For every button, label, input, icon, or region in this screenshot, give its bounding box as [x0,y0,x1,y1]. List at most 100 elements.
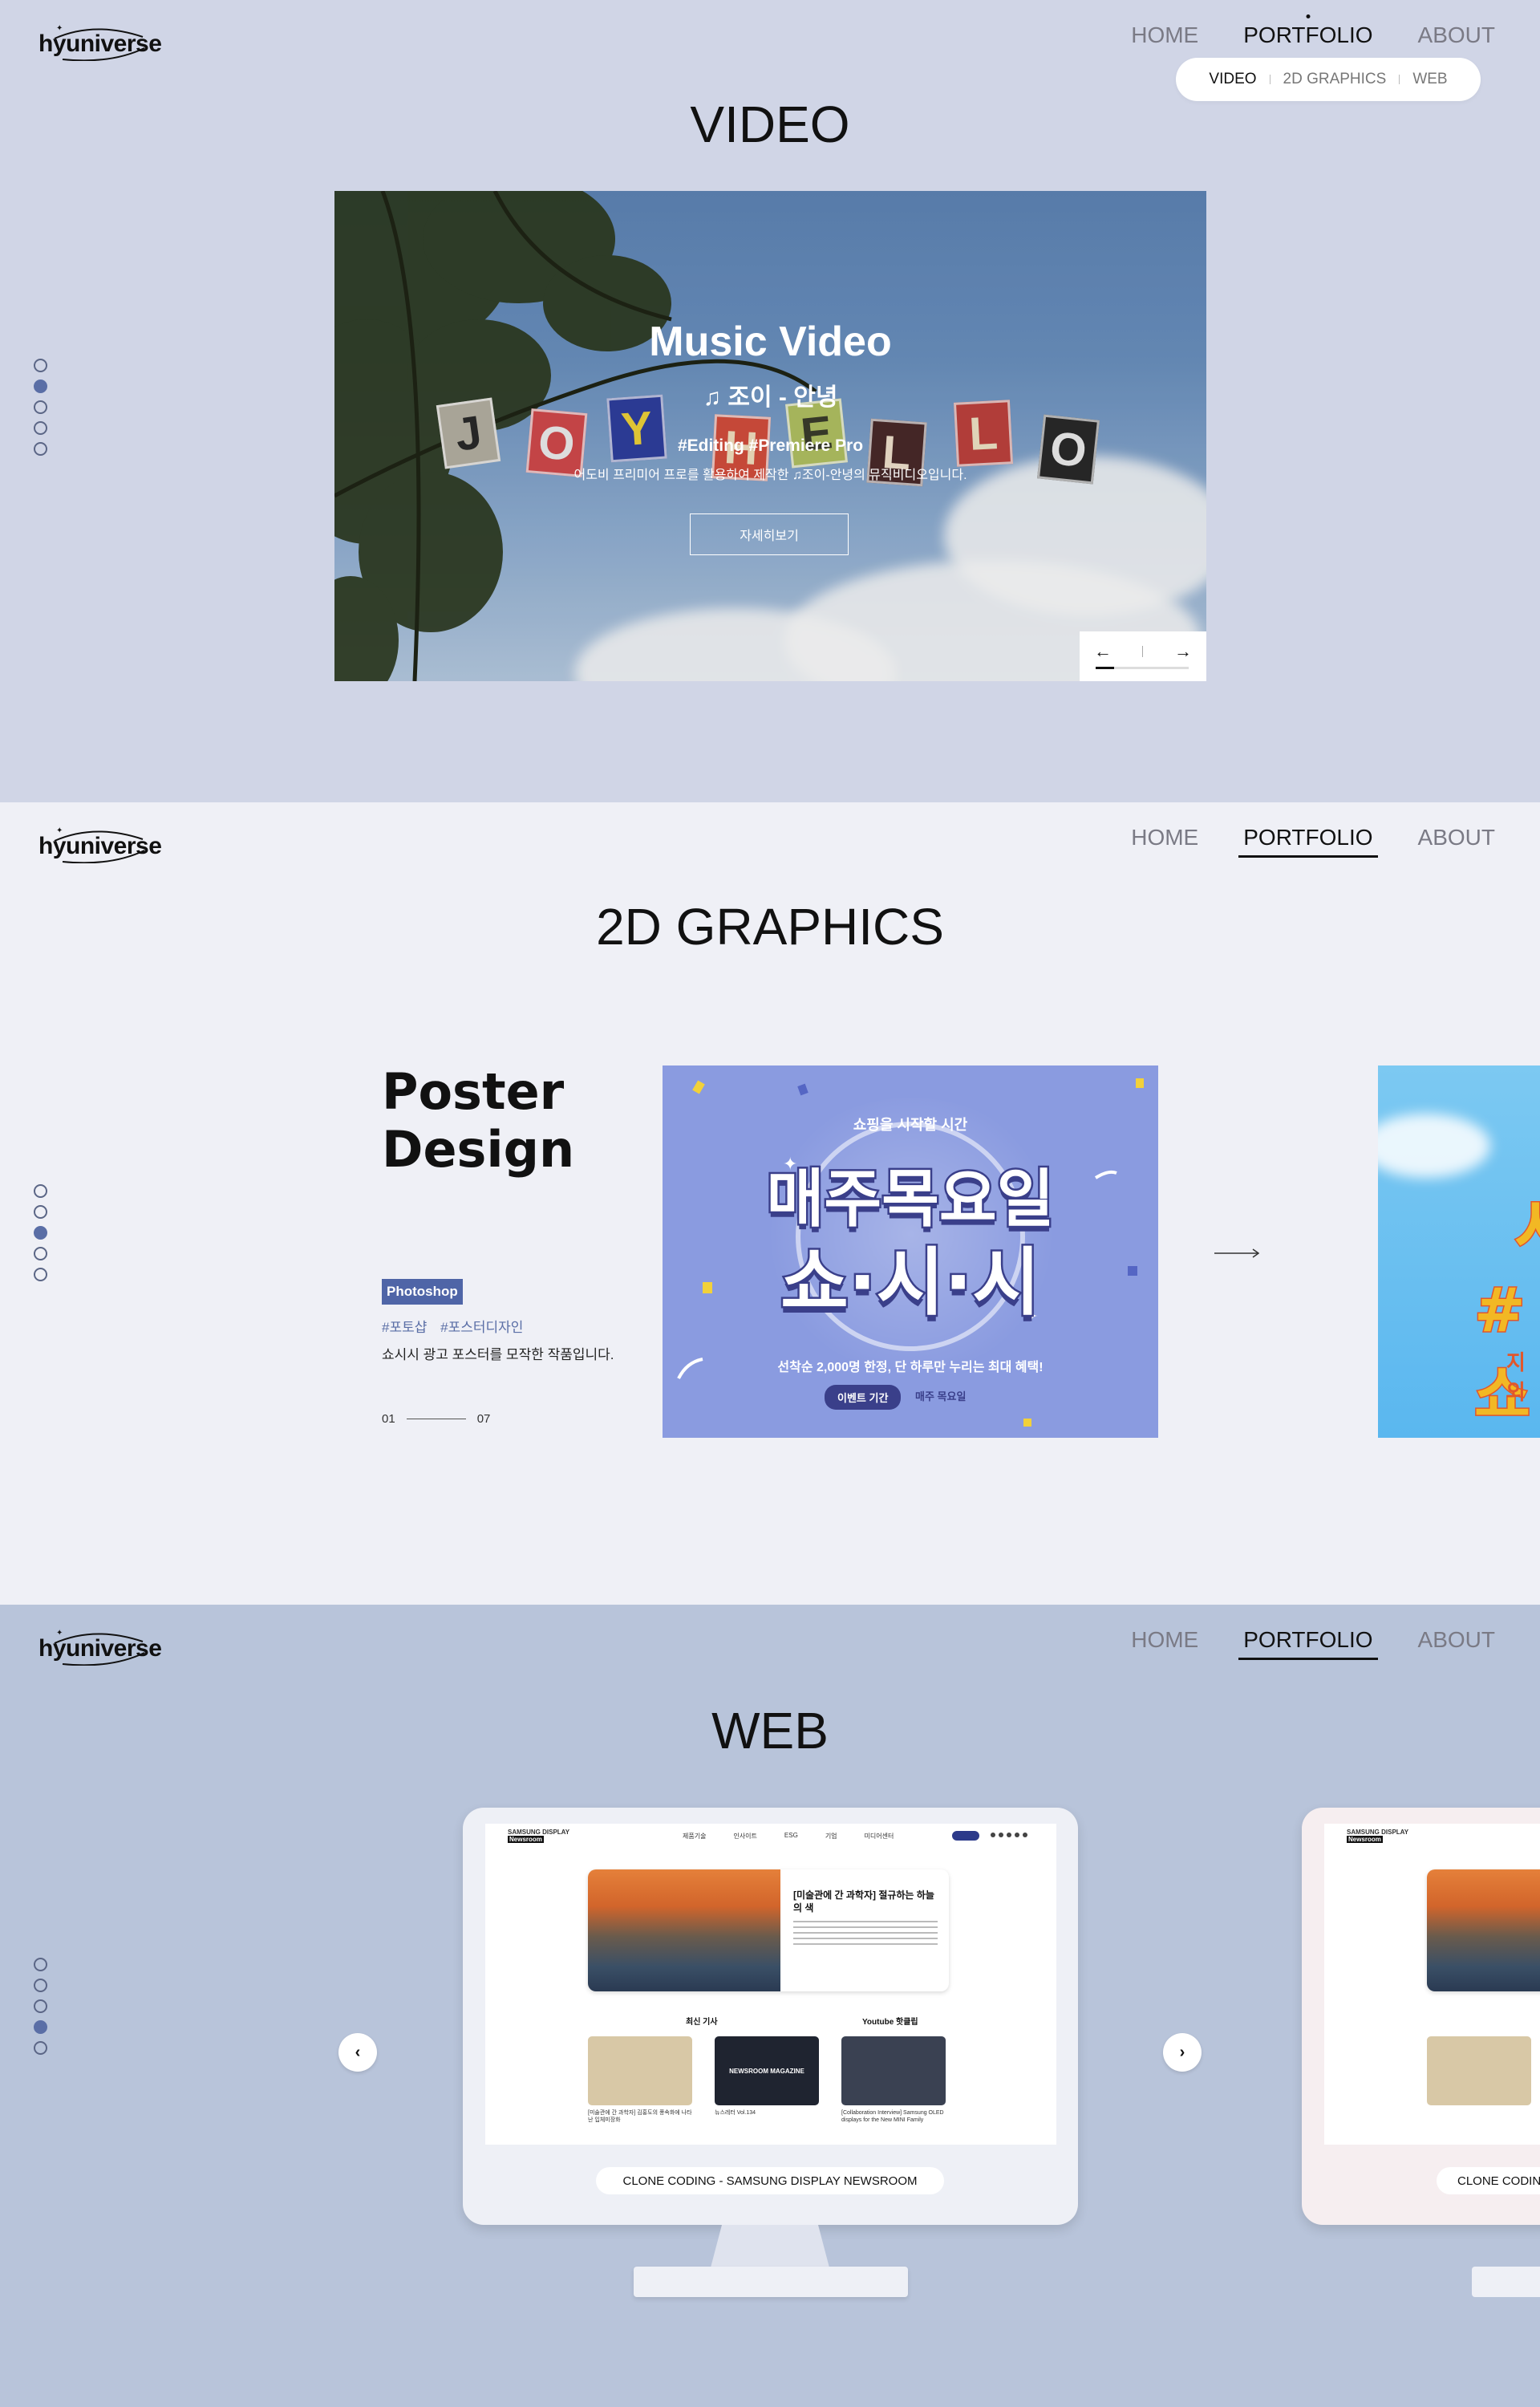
prev-arrow-icon[interactable]: ← [1094,641,1112,662]
project-description: 쇼시시 광고 포스터를 모작한 작품입니다. [382,1347,614,1362]
ss-menu-item: 기업 [825,1833,837,1840]
pager-dot[interactable] [34,400,47,414]
logo[interactable]: ✦ hyuniverse [38,21,162,61]
ss-col-title: 최신 기사 [686,2018,718,2027]
nav-home[interactable]: HOME [1126,22,1203,53]
website-screenshot: SAMSUNG DISPLAY Newsroom [1324,1824,1540,2145]
nav-portfolio[interactable]: PORTFOLIO [1238,825,1378,858]
ss-brand-line: Newsroom [1347,1836,1383,1843]
ss-social-icons [991,1833,1027,1837]
subnav-web[interactable]: WEB [1412,71,1447,88]
monitor-stand-base [634,2267,908,2297]
next-poster-text: 지외 [1506,1351,1526,1405]
poster-pill: 이벤트 기간 [825,1385,902,1410]
pager-dot[interactable] [34,1205,47,1219]
logo[interactable]: ✦ hyuniverse [38,1626,162,1666]
ss-thumb-image: NEWSROOM MAGAZINE [715,2036,819,2105]
monitor-stand [710,2225,830,2271]
subnav-2d-graphics[interactable]: 2D GRAPHICS [1283,71,1387,88]
next-arrow-icon[interactable]: → [1174,641,1192,662]
project-hashtags: #포토샵 #포스터디자인 [382,1316,533,1336]
nav-about[interactable]: ABOUT [1413,1627,1500,1660]
ss-col-title: Youtube 핫클립 [862,2018,918,2027]
nav-home[interactable]: HOME [1126,825,1203,858]
monitor-stand-base [1472,2267,1540,2297]
video-slide[interactable]: J O Y H E L L O Music Video ♫ 조이 - 안녕 #E… [334,191,1206,681]
monitor-mockup[interactable]: SAMSUNG DISPLAY Newsroom 제품기술 인사이트 ESG 기… [463,1808,1078,2225]
ss-menu-item: ESG [784,1832,798,1839]
poster-offer: 선착순 2,000명 한정, 단 하루만 누리는 최대 혜택! [777,1361,1044,1374]
section-title-graphics: 2D GRAPHICS [596,898,944,956]
section-pager [34,1958,47,2055]
ss-menu-item: 미디어센터 [864,1833,894,1840]
project-title: Poster Design [382,1063,574,1179]
poster-brand: 쇼·시·시 [779,1238,1043,1328]
slide-tags: #Editing #Premiere Pro [677,436,864,455]
ss-menu: 제품기술 인사이트 ESG 기업 미디어센터 [683,1832,894,1841]
pager-dot-active[interactable] [34,1226,47,1240]
ss-menu-item: 인사이트 [733,1833,757,1840]
nav-home[interactable]: HOME [1126,1627,1203,1660]
pager-dot[interactable] [34,1268,47,1281]
nav-portfolio[interactable]: PORTFOLIO [1238,22,1377,53]
view-details-button[interactable]: 자세히보기 [690,513,849,555]
pager-dot[interactable] [34,1247,47,1260]
pager-dot[interactable] [34,1184,47,1198]
subnav-video[interactable]: VIDEO [1209,71,1256,88]
slide-song: ♫ 조이 - 안녕 [703,384,838,411]
ss-feature-card: [미술관에 간 과학자] 절규하는 하늘의 색 [588,1869,949,1991]
ss-thumb-caption: 뉴스레터 Vol.134 [715,2110,756,2116]
ss-card-title: [미술관에 간 과학자] 절규하는 하늘의 색 [793,1889,934,1914]
ss-header: SAMSUNG DISPLAY Newsroom [1324,1824,1540,1848]
ss-pill-button [952,1831,979,1841]
next-arrow-icon[interactable] [1214,1248,1259,1258]
hashtag: #포토샵 [382,1320,428,1335]
ss-thumb-image [1427,2036,1531,2105]
logo[interactable]: ✦ hyuniverse [38,823,162,863]
ss-brand: SAMSUNG DISPLAY Newsroom [508,1829,569,1843]
pager-dot[interactable] [34,359,47,372]
website-screenshot: SAMSUNG DISPLAY Newsroom 제품기술 인사이트 ESG 기… [485,1824,1056,2145]
pager-dot[interactable] [34,2041,47,2055]
next-monitor-mockup[interactable]: SAMSUNG DISPLAY Newsroom CLONE CODING [1302,1808,1540,2225]
slide-description: 어도비 프리미어 프로를 활용하여 제작한 ♫조이-안녕의 뮤직비디오입니다. [573,469,967,482]
cloud-shape [1378,1114,1490,1178]
next-poster-image[interactable]: 시 #쇼 지외 [1378,1065,1540,1438]
slider-controls: ← → [1080,631,1206,681]
ss-brand-line: Newsroom [508,1836,544,1843]
project-title-line: Poster [382,1062,565,1121]
next-poster-text: 시 [1514,1178,1540,1271]
pager-dot[interactable] [34,1979,47,1992]
prev-button[interactable]: ‹ [338,2033,377,2072]
nav-portfolio[interactable]: PORTFOLIO [1238,1627,1378,1660]
tool-badge: Photoshop [382,1279,463,1305]
ss-thumb-caption: [Collaboration Interview] Samsung OLED d… [841,2110,944,2123]
ss-card-text [793,1921,938,1948]
control-divider [1142,646,1143,657]
pager-dot[interactable] [34,1999,47,2013]
nav-about[interactable]: ABOUT [1413,22,1500,53]
pager-dot-active[interactable] [34,2020,47,2034]
project-caption: CLONE CODING - SAMSUNG DISPLAY NEWSROOM [596,2167,944,2194]
pager-dot-active[interactable] [34,380,47,393]
section-pager [34,1184,47,1281]
next-button[interactable]: › [1163,2033,1202,2072]
ss-feature-card [1427,1869,1540,1991]
pager-dot[interactable] [34,421,47,435]
main-nav: HOME PORTFOLIO ABOUT [1126,825,1500,858]
subnav-divider [1399,75,1400,84]
poster-image[interactable]: ✦ ✦ 쇼핑을 시작할 시간 매주목요일 쇼·시·시 선착순 2,000명 한정… [663,1065,1158,1438]
project-title-line: Design [382,1120,575,1179]
project-caption: CLONE CODING [1437,2167,1540,2194]
main-nav: HOME PORTFOLIO ABOUT [1126,1627,1500,1660]
slide-title: Music Video [649,319,892,365]
pager-dot[interactable] [34,442,47,456]
slide-counter: 01 07 [382,1412,490,1426]
ss-thumb-image [841,2036,946,2105]
ss-painting-image [588,1869,780,1991]
hashtag: #포스터디자인 [440,1320,524,1335]
ss-thumb-image [588,2036,692,2105]
ss-brand-line: SAMSUNG DISPLAY [1347,1829,1409,1836]
nav-about[interactable]: ABOUT [1413,825,1500,858]
pager-dot[interactable] [34,1958,47,1971]
